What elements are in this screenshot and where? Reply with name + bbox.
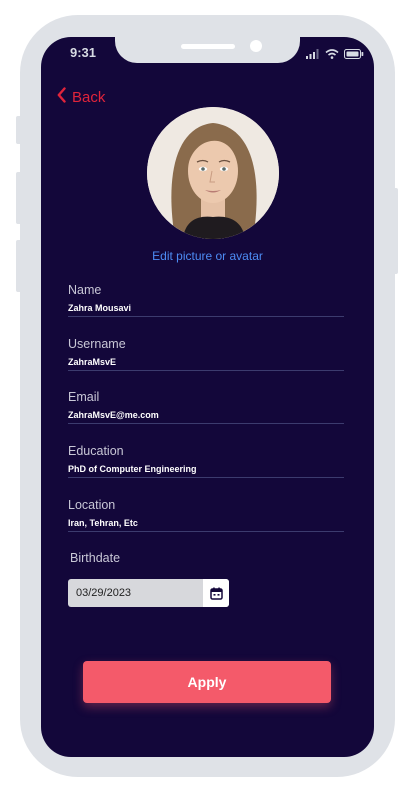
profile-avatar[interactable]	[147, 107, 279, 239]
education-field[interactable]: Education PhD of Computer Engineering	[68, 444, 344, 478]
name-value[interactable]: Zahra Mousavi	[68, 303, 344, 317]
calendar-icon[interactable]	[203, 579, 229, 607]
email-value[interactable]: ZahraMsvE@me.com	[68, 410, 344, 424]
name-field[interactable]: Name Zahra Mousavi	[68, 283, 344, 317]
birthdate-input[interactable]: 03/29/2023	[68, 579, 229, 607]
username-label: Username	[68, 337, 126, 351]
education-value[interactable]: PhD of Computer Engineering	[68, 464, 344, 478]
back-button[interactable]: Back	[57, 87, 105, 107]
apply-button[interactable]: Apply	[83, 661, 331, 703]
username-value[interactable]: ZahraMsvE	[68, 357, 344, 371]
status-icons	[306, 46, 364, 64]
birthdate-label: Birthdate	[70, 551, 121, 565]
front-camera	[250, 40, 262, 52]
app-screen: 9:31 Back Edit picture or avatar Name Za…	[41, 37, 374, 757]
location-value[interactable]: Iran, Tehran, Etc	[68, 518, 344, 532]
battery-icon	[344, 46, 364, 64]
speaker	[181, 44, 235, 49]
location-field[interactable]: Location Iran, Tehran, Etc	[68, 498, 344, 532]
name-label: Name	[68, 283, 102, 297]
email-label: Email	[68, 390, 100, 404]
back-label: Back	[72, 88, 106, 106]
email-field[interactable]: Email ZahraMsvE@me.com	[68, 390, 344, 424]
birthdate-value[interactable]: 03/29/2023	[68, 587, 203, 599]
notch	[115, 37, 300, 63]
chevron-left-icon	[57, 87, 66, 107]
education-label: Education	[68, 444, 124, 458]
signal-icon	[306, 46, 320, 64]
wifi-icon	[325, 46, 339, 64]
username-field[interactable]: Username ZahraMsvE	[68, 337, 344, 371]
location-label: Location	[68, 498, 116, 512]
edit-avatar-link[interactable]: Edit picture or avatar	[41, 249, 374, 263]
status-time: 9:31	[70, 45, 97, 60]
